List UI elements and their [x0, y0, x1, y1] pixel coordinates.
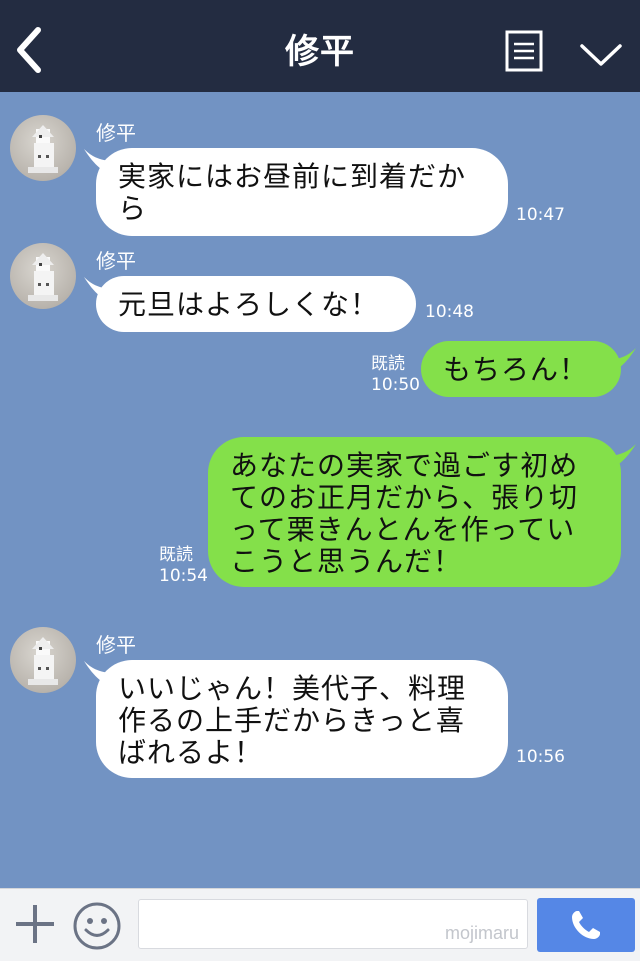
- message-meta: 既読 10:54: [159, 545, 208, 587]
- message-line: てのお正月だから、張り切: [230, 481, 579, 514]
- message-line: いいじゃん！美代子、料理: [118, 672, 467, 705]
- avatar-figure-icon: [28, 253, 58, 301]
- message-time: 10:48: [425, 302, 474, 322]
- message-bubble[interactable]: 実家にはお昼前に到着だか ら: [96, 148, 508, 236]
- message-line: 作るの上手だからきっと喜: [118, 704, 465, 737]
- avatar[interactable]: [10, 243, 76, 309]
- menu-button[interactable]: [505, 30, 543, 72]
- read-receipt: 既読: [371, 354, 405, 374]
- message-line: 実家にはお昼前に到着だか: [118, 160, 467, 193]
- message-bubble[interactable]: 元旦はよろしくな！: [96, 276, 416, 332]
- memo-list-icon: [505, 30, 543, 72]
- input-bar: mojimaru: [0, 888, 640, 961]
- chat-area[interactable]: 修平 実家にはお昼前に到着だか ら 10:47 修平 元旦はよろしくな！ 10:…: [0, 92, 640, 888]
- message-input[interactable]: mojimaru: [138, 899, 528, 949]
- chat-title: 修平: [285, 32, 355, 72]
- plus-icon: [16, 905, 54, 943]
- sender-name: 修平: [96, 633, 136, 657]
- avatar[interactable]: [10, 627, 76, 693]
- message-line: ばれるよ！: [118, 736, 264, 769]
- message-time: 10:56: [516, 747, 565, 767]
- message-line: って栗きんとんを作ってい: [230, 513, 576, 546]
- chat-header: 修平: [0, 0, 640, 92]
- emoji-button[interactable]: [72, 901, 122, 951]
- message-time: 10:47: [516, 205, 565, 225]
- avatar-figure-icon: [28, 637, 58, 685]
- message-time: 10:54: [159, 566, 208, 586]
- message-line: こうと思うんだ！: [230, 545, 463, 578]
- chevron-down-icon: [580, 44, 622, 66]
- message-line: もちろん！: [443, 353, 589, 386]
- call-button[interactable]: [537, 898, 635, 952]
- message-line: ら: [118, 192, 148, 225]
- avatar[interactable]: [10, 115, 76, 181]
- phone-icon: [572, 911, 600, 939]
- watermark-text: mojimaru: [444, 923, 519, 943]
- sender-name: 修平: [96, 249, 136, 273]
- sender-name: 修平: [96, 121, 136, 145]
- message-meta: 既読 10:50: [371, 354, 420, 396]
- smiley-icon: [73, 902, 121, 950]
- collapse-button[interactable]: [578, 38, 624, 70]
- avatar-figure-icon: [28, 125, 58, 173]
- add-button[interactable]: [12, 901, 58, 947]
- message-bubble[interactable]: あなたの実家で過ごす初め てのお正月だから、張り切 って栗きんとんを作ってい こ…: [208, 437, 621, 587]
- message-time: 10:50: [371, 375, 420, 395]
- message-bubble[interactable]: もちろん！: [421, 341, 621, 397]
- message-bubble[interactable]: いいじゃん！美代子、料理 作るの上手だからきっと喜 ばれるよ！: [96, 660, 508, 778]
- message-line: 元旦はよろしくな！: [118, 288, 380, 321]
- message-line: あなたの実家で過ごす初め: [230, 449, 579, 482]
- read-receipt: 既読: [159, 545, 193, 565]
